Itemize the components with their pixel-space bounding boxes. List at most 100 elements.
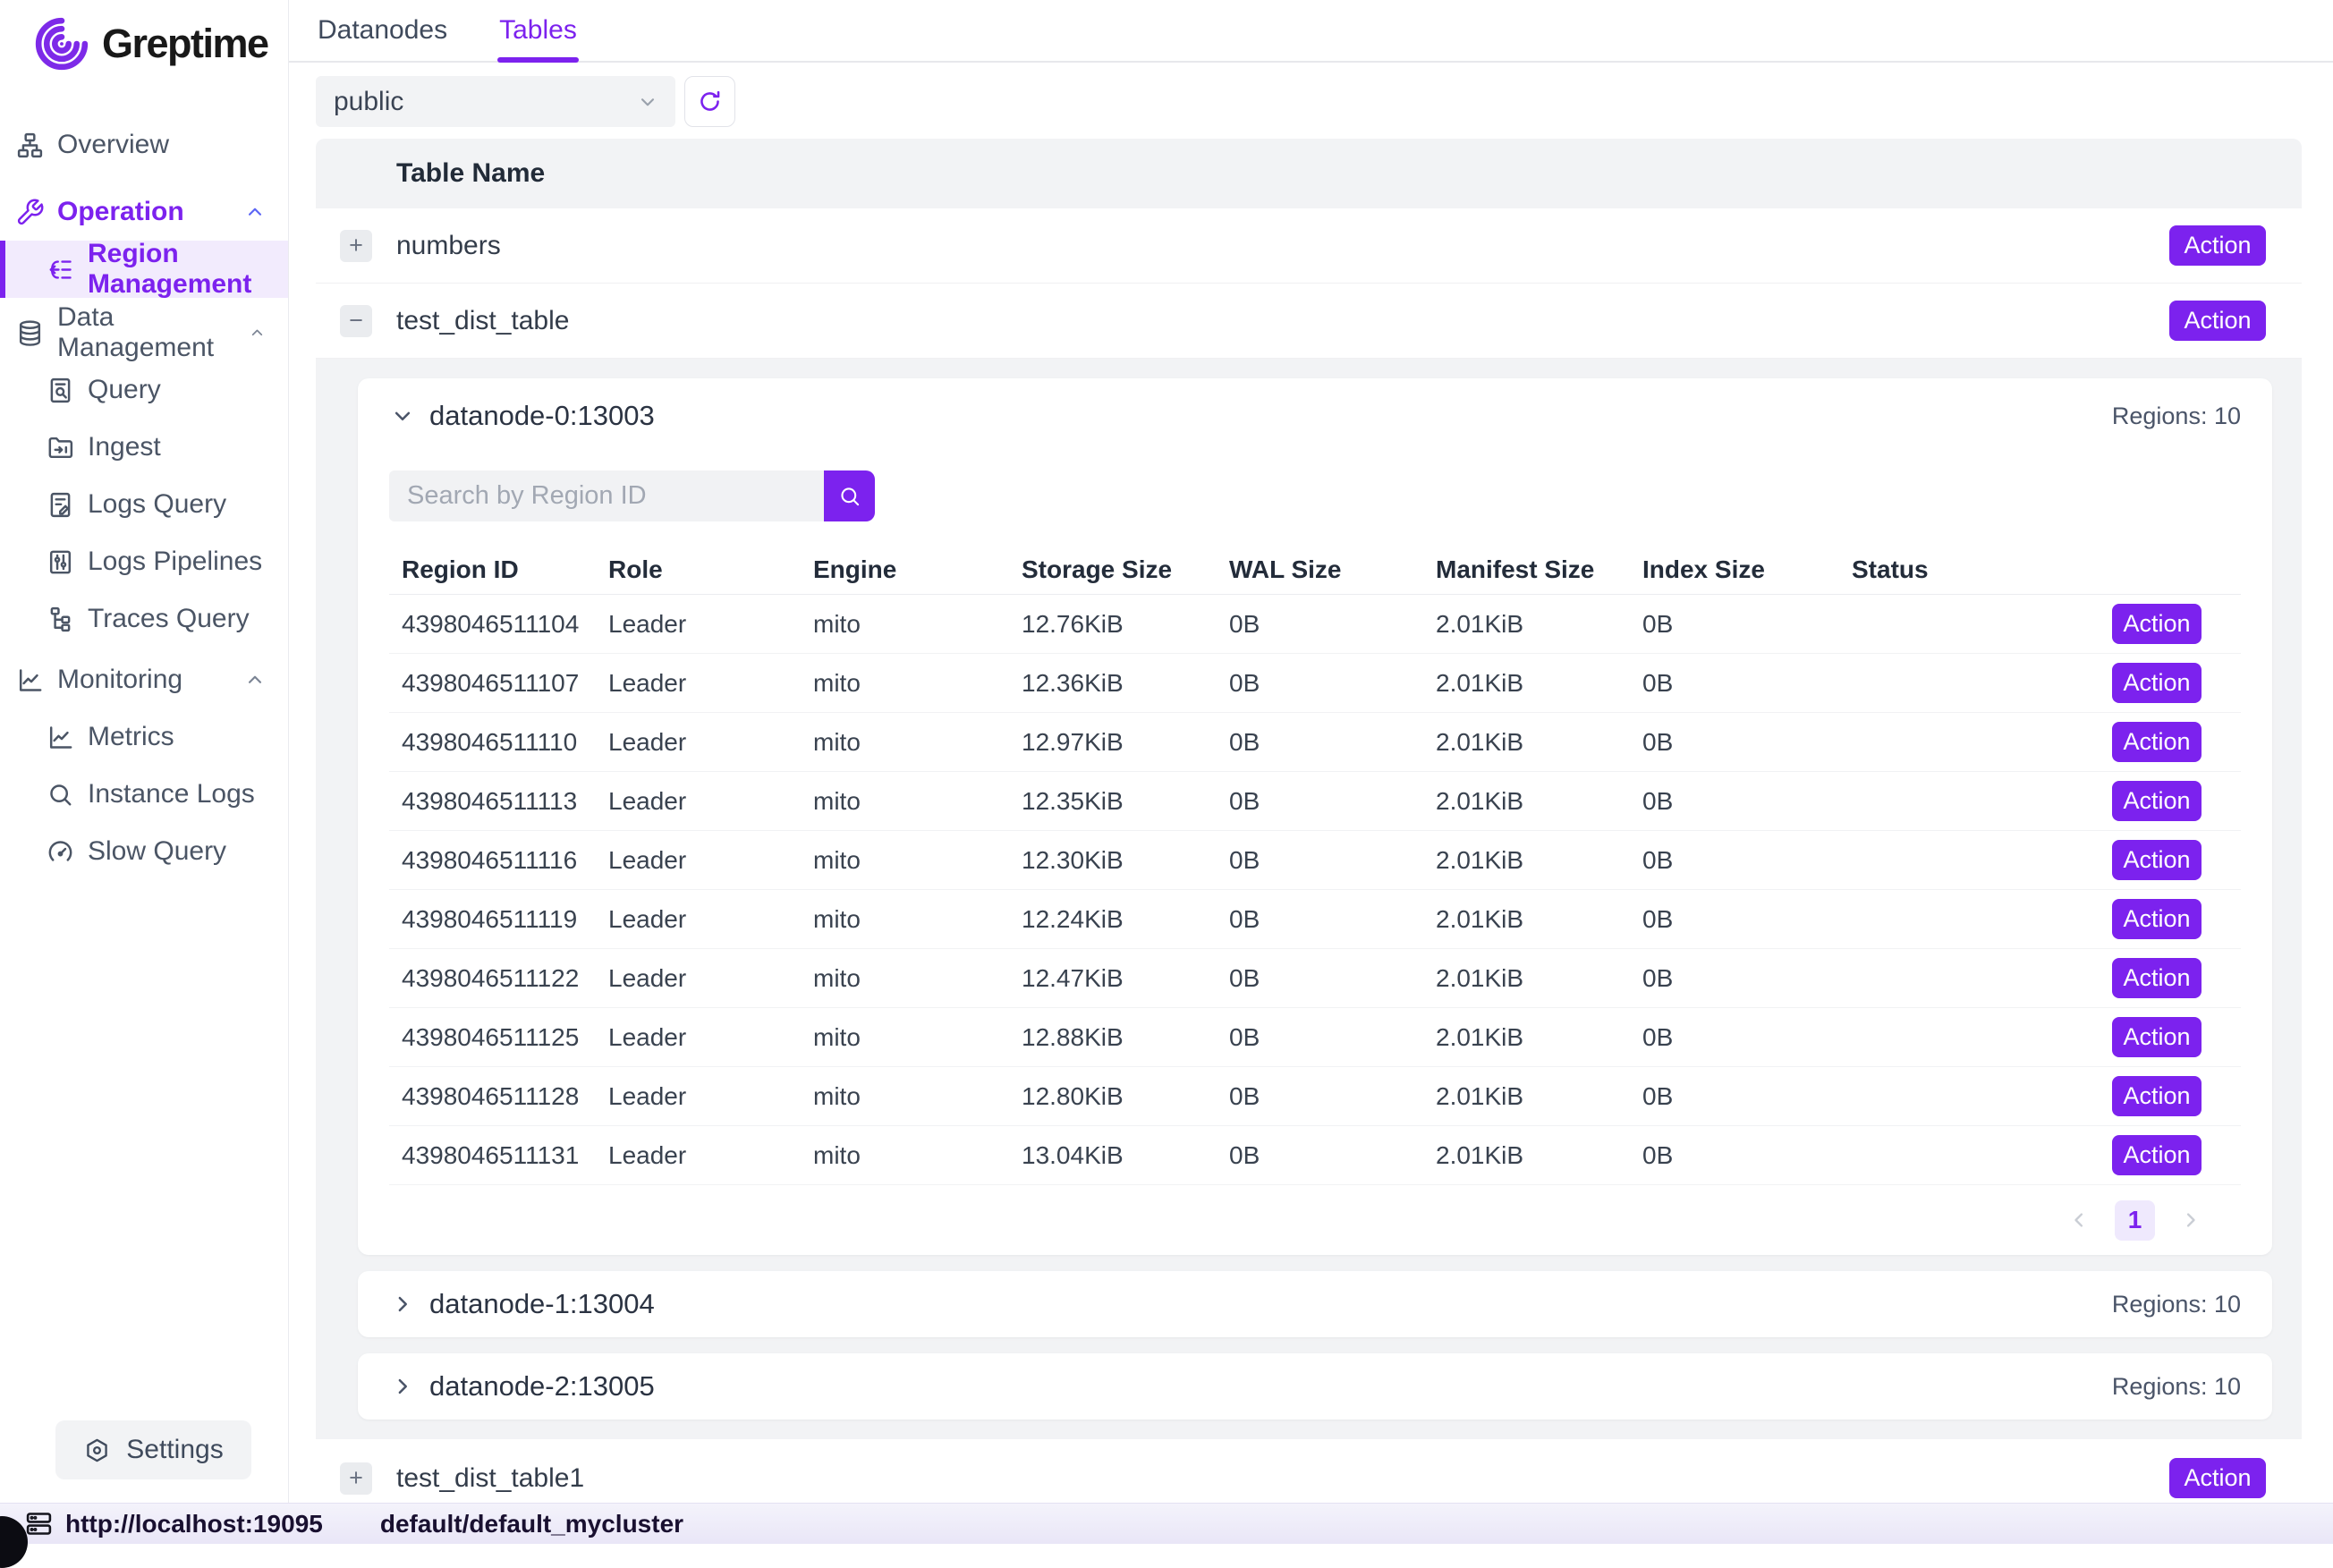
settings-button[interactable]: Settings bbox=[55, 1420, 251, 1479]
sidebar-item-data-management[interactable]: Data Management bbox=[0, 304, 288, 361]
region-id-cell: 4398046511107 bbox=[402, 669, 608, 698]
page-number[interactable]: 1 bbox=[2115, 1200, 2155, 1241]
sidebar-item-label: Overview bbox=[57, 130, 169, 160]
datanode-1-header[interactable]: datanode-1:13004 Regions: 10 bbox=[358, 1271, 2272, 1337]
region-table-row: 4398046511128 Leader mito 12.80KiB 0B 2.… bbox=[389, 1067, 2241, 1126]
toolbar: public bbox=[316, 76, 2333, 127]
tables-list-header: Table Name bbox=[316, 139, 2302, 208]
region-action-button[interactable]: Action bbox=[2112, 1135, 2202, 1175]
settings-label: Settings bbox=[126, 1435, 223, 1465]
manifest-size-cell: 2.01KiB bbox=[1436, 846, 1642, 875]
manifest-size-cell: 2.01KiB bbox=[1436, 1141, 1642, 1170]
region-search-input[interactable] bbox=[389, 470, 824, 521]
brand-logo[interactable]: Greptime bbox=[0, 0, 288, 73]
region-action-button[interactable]: Action bbox=[2112, 1017, 2202, 1057]
wal-size-cell: 0B bbox=[1229, 1082, 1436, 1111]
sidebar-item-query[interactable]: Query bbox=[0, 361, 288, 419]
tab-tables[interactable]: Tables bbox=[499, 0, 577, 61]
index-size-cell: 0B bbox=[1642, 846, 1852, 875]
datanode-0-body: Region IDRoleEngineStorage SizeWAL SizeM… bbox=[358, 470, 2272, 1255]
magnifier-icon bbox=[46, 780, 75, 809]
engine-cell: mito bbox=[813, 1141, 1022, 1170]
role-cell: Leader bbox=[608, 728, 813, 757]
sidebar-item-traces-query[interactable]: Traces Query bbox=[0, 590, 288, 648]
wal-size-cell: 0B bbox=[1229, 728, 1436, 757]
datanode-1-card: datanode-1:13004 Regions: 10 bbox=[358, 1271, 2272, 1337]
server-url: http://localhost:19095 bbox=[65, 1510, 323, 1538]
sidebar-item-monitoring[interactable]: Monitoring bbox=[0, 651, 288, 708]
datanode-0-header[interactable]: datanode-0:13003 Regions: 10 bbox=[358, 378, 2272, 446]
sidebar-item-logs-query[interactable]: Logs Query bbox=[0, 476, 288, 533]
region-column-header: WAL Size bbox=[1229, 555, 1436, 584]
sidebar-item-overview[interactable]: Overview bbox=[0, 116, 288, 174]
tab-bar: Datanodes Tables bbox=[289, 0, 2333, 63]
region-action-button[interactable]: Action bbox=[2112, 604, 2202, 644]
chevron-up-icon bbox=[243, 668, 267, 691]
region-action-button[interactable]: Action bbox=[2112, 1076, 2202, 1116]
sidebar-item-slow-query[interactable]: Slow Query bbox=[0, 823, 288, 880]
storage-size-cell: 12.47KiB bbox=[1022, 964, 1229, 993]
action-button[interactable]: Action bbox=[2169, 225, 2266, 266]
sidebar-item-metrics[interactable]: Metrics bbox=[0, 708, 288, 766]
index-size-cell: 0B bbox=[1642, 669, 1852, 698]
refresh-button[interactable] bbox=[684, 76, 735, 127]
manifest-size-cell: 2.01KiB bbox=[1436, 1023, 1642, 1052]
region-action-button[interactable]: Action bbox=[2112, 663, 2202, 703]
sidebar: Greptime Overview Operation Region Manag… bbox=[0, 0, 289, 1544]
role-cell: Leader bbox=[608, 1141, 813, 1170]
tables-list: Table Name + numbers Action − test_dist_… bbox=[316, 139, 2302, 1518]
role-cell: Leader bbox=[608, 1082, 813, 1111]
storage-size-cell: 12.36KiB bbox=[1022, 669, 1229, 698]
region-table-row: 4398046511104 Leader mito 12.76KiB 0B 2.… bbox=[389, 595, 2241, 654]
region-table-row: 4398046511110 Leader mito 12.97KiB 0B 2.… bbox=[389, 713, 2241, 772]
search-icon bbox=[837, 484, 862, 509]
sidebar-item-logs-pipelines[interactable]: Logs Pipelines bbox=[0, 533, 288, 590]
region-table-row: 4398046511113 Leader mito 12.35KiB 0B 2.… bbox=[389, 772, 2241, 831]
datanode-0-card: datanode-0:13003 Regions: 10 Region IDRo… bbox=[358, 378, 2272, 1255]
region-id-cell: 4398046511119 bbox=[402, 905, 608, 934]
index-size-cell: 0B bbox=[1642, 1141, 1852, 1170]
datanode-2-header[interactable]: datanode-2:13005 Regions: 10 bbox=[358, 1353, 2272, 1420]
index-size-cell: 0B bbox=[1642, 1082, 1852, 1111]
region-action-button[interactable]: Action bbox=[2112, 781, 2202, 821]
sidebar-item-instance-logs[interactable]: Instance Logs bbox=[0, 766, 288, 823]
region-action-button[interactable]: Action bbox=[2112, 840, 2202, 880]
sidebar-item-label: Logs Query bbox=[88, 489, 226, 520]
region-search-button[interactable] bbox=[824, 470, 875, 521]
wal-size-cell: 0B bbox=[1229, 964, 1436, 993]
settings-hexagon-icon bbox=[83, 1437, 111, 1464]
region-table-row: 4398046511116 Leader mito 12.30KiB 0B 2.… bbox=[389, 831, 2241, 890]
storage-size-cell: 13.04KiB bbox=[1022, 1141, 1229, 1170]
table-row-test-dist-table: − test_dist_table Action bbox=[316, 284, 2302, 359]
action-button[interactable]: Action bbox=[2169, 1458, 2266, 1498]
database-select[interactable]: public bbox=[316, 76, 675, 127]
next-page-icon[interactable] bbox=[2178, 1208, 2203, 1233]
sidebar-item-operation[interactable]: Operation bbox=[0, 183, 288, 241]
sidebar-item-ingest[interactable]: Ingest bbox=[0, 419, 288, 476]
sliders-icon bbox=[46, 547, 75, 577]
region-action-button[interactable]: Action bbox=[2112, 958, 2202, 998]
action-button[interactable]: Action bbox=[2169, 301, 2266, 341]
expand-button[interactable]: + bbox=[340, 1462, 372, 1495]
engine-cell: mito bbox=[813, 669, 1022, 698]
wal-size-cell: 0B bbox=[1229, 1141, 1436, 1170]
previous-page-icon[interactable] bbox=[2066, 1208, 2091, 1233]
wal-size-cell: 0B bbox=[1229, 610, 1436, 639]
table-name-column-header: Table Name bbox=[396, 158, 545, 189]
sidebar-item-region-management[interactable]: Region Management bbox=[0, 241, 288, 298]
index-size-cell: 0B bbox=[1642, 964, 1852, 993]
database-select-value: public bbox=[334, 87, 403, 117]
engine-cell: mito bbox=[813, 728, 1022, 757]
tab-datanodes[interactable]: Datanodes bbox=[318, 0, 447, 61]
expand-button[interactable]: + bbox=[340, 230, 372, 262]
sidebar-item-label: Monitoring bbox=[57, 665, 182, 695]
sitemap-icon bbox=[15, 131, 45, 160]
server-icon bbox=[24, 1509, 54, 1538]
region-id-cell: 4398046511104 bbox=[402, 610, 608, 639]
collapse-button[interactable]: − bbox=[340, 305, 372, 337]
region-action-button[interactable]: Action bbox=[2112, 899, 2202, 939]
greptime-spiral-icon bbox=[32, 14, 91, 73]
chevron-right-icon bbox=[389, 1373, 416, 1400]
index-size-cell: 0B bbox=[1642, 1023, 1852, 1052]
region-action-button[interactable]: Action bbox=[2112, 722, 2202, 762]
